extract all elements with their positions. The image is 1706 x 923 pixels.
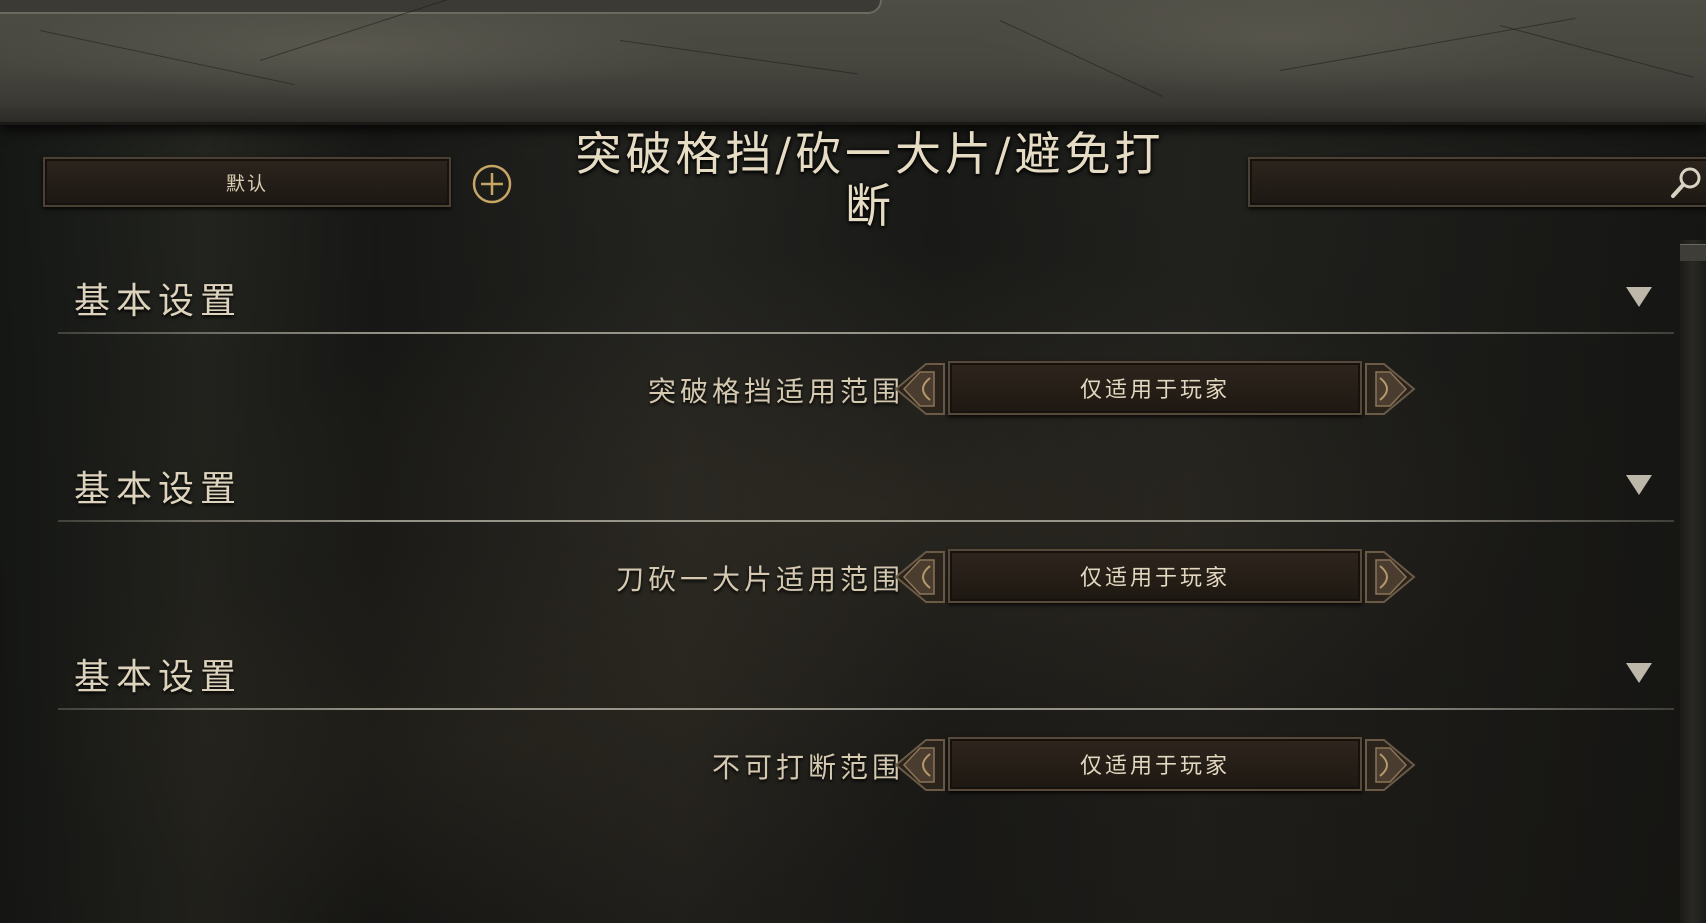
- stone-crack: [619, 40, 858, 75]
- section-title: 基本设置: [74, 281, 243, 322]
- setting-row: 不可打断范围 仅适用于玩家: [58, 730, 1674, 800]
- setting-row: 刀砍一大片适用范围 仅适用于玩家: [58, 542, 1674, 612]
- arrow-right-button[interactable]: [1364, 360, 1420, 418]
- section-title: 基本设置: [74, 469, 243, 510]
- add-preset-button[interactable]: [471, 163, 513, 205]
- setting-label: 不可打断范围: [711, 751, 904, 784]
- section-divider: [58, 520, 1674, 522]
- setting-row: 突破格挡适用范围 仅适用于玩家: [58, 354, 1674, 424]
- search-icon[interactable]: [1666, 163, 1706, 203]
- scrollbar-thumb[interactable]: [1680, 244, 1706, 261]
- stone-header-band: [0, 0, 1706, 125]
- setting-label: 突破格挡适用范围: [647, 375, 904, 408]
- selector-value[interactable]: 仅适用于玩家: [948, 737, 1362, 791]
- option-selector: 仅适用于玩家: [890, 354, 1420, 424]
- chevron-down-icon[interactable]: [1624, 660, 1654, 686]
- setting-label: 刀砍一大片适用范围: [615, 563, 904, 596]
- section-header[interactable]: 基本设置: [58, 262, 1674, 326]
- options-screen: 默认 突破格挡/砍一大片/避免打断 基本设置 突破格挡适用范围 仅适用于玩家 基…: [0, 0, 1706, 923]
- preset-dropdown[interactable]: 默认: [43, 157, 451, 207]
- arrow-left-button[interactable]: [890, 548, 946, 606]
- arrow-right-button[interactable]: [1364, 548, 1420, 606]
- arrow-right-button[interactable]: [1364, 736, 1420, 794]
- arrow-left-button[interactable]: [890, 736, 946, 794]
- stone-crack: [999, 20, 1164, 98]
- section-header[interactable]: 基本设置: [58, 638, 1674, 702]
- chevron-down-icon[interactable]: [1624, 472, 1654, 498]
- option-selector: 仅适用于玩家: [890, 730, 1420, 800]
- stone-crack: [1499, 25, 1694, 78]
- arrow-left-button[interactable]: [890, 360, 946, 418]
- scrollbar-track[interactable]: [1680, 240, 1706, 923]
- plus-circle-icon: [472, 164, 512, 204]
- stone-crack: [39, 30, 295, 86]
- search-input[interactable]: [1248, 157, 1706, 207]
- section-header[interactable]: 基本设置: [58, 450, 1674, 514]
- stone-crack: [1279, 17, 1576, 71]
- selector-value[interactable]: 仅适用于玩家: [948, 549, 1362, 603]
- section-title: 基本设置: [74, 657, 243, 698]
- section-divider: [58, 332, 1674, 334]
- page-title: 突破格挡/砍一大片/避免打断: [575, 127, 1165, 233]
- preset-value: 默认: [225, 172, 268, 195]
- chevron-down-icon[interactable]: [1624, 284, 1654, 310]
- option-selector: 仅适用于玩家: [890, 542, 1420, 612]
- section-divider: [58, 708, 1674, 710]
- selector-value[interactable]: 仅适用于玩家: [948, 361, 1362, 415]
